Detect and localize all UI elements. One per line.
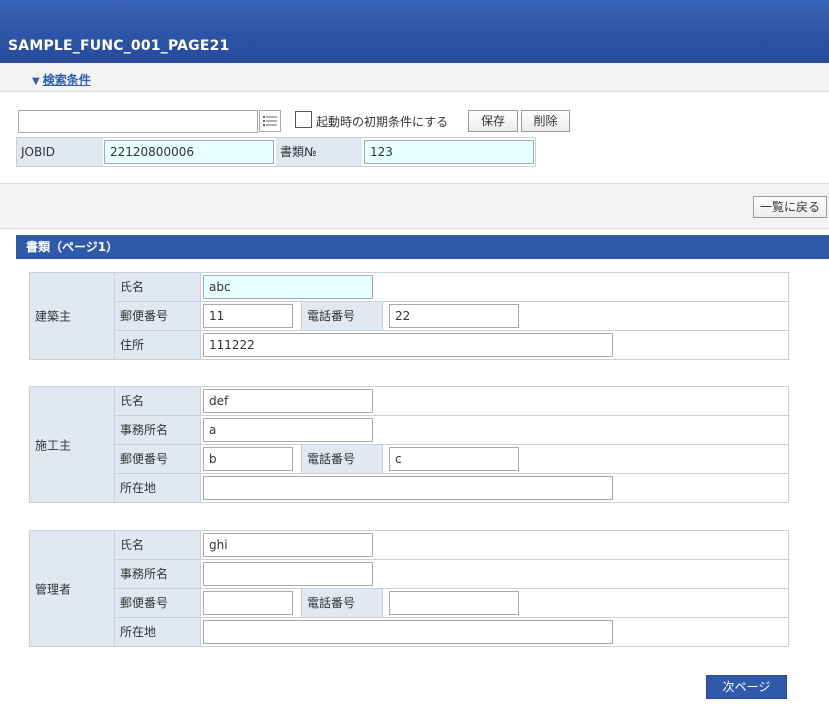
group-label-cell: 建築主: [30, 273, 115, 359]
next-page-button[interactable]: 次ページ: [706, 675, 787, 699]
zip-label: 郵便番号: [115, 589, 201, 617]
tel-label: 電話番号: [301, 589, 383, 617]
jobid-field[interactable]: [104, 140, 274, 164]
owner-tel-field[interactable]: [389, 304, 519, 328]
contractor-location-field[interactable]: [203, 476, 613, 500]
id-row: JOBID 書類№: [16, 137, 536, 167]
list-icon: [263, 116, 277, 126]
triangle-down-icon: ▼: [32, 76, 40, 87]
search-conditions-label: 検索条件: [42, 73, 91, 87]
location-label: 所在地: [115, 618, 201, 646]
location-row: 所在地: [115, 474, 789, 503]
docno-field[interactable]: [364, 140, 534, 164]
office-label: 事務所名: [115, 560, 201, 588]
manager-group: 管理者 氏名 事務所名 郵便番号 電話番号 所在地: [29, 530, 789, 647]
delete-button[interactable]: 削除: [521, 110, 570, 132]
group-label: 施工主: [35, 438, 72, 452]
section-header: 書類（ページ1）: [16, 235, 829, 259]
manager-office-field[interactable]: [203, 562, 373, 586]
office-label: 事務所名: [115, 416, 201, 444]
contractor-tel-field[interactable]: [389, 447, 519, 471]
zip-label: 郵便番号: [115, 445, 201, 473]
name-label: 氏名: [115, 531, 201, 559]
office-row: 事務所名: [115, 560, 789, 589]
initial-condition-label: 起動時の初期条件にする: [316, 115, 449, 129]
group-label: 管理者: [35, 582, 72, 596]
location-label: 所在地: [115, 474, 201, 502]
manager-name-field[interactable]: [203, 533, 373, 557]
contractor-name-field[interactable]: [203, 389, 373, 413]
jobid-label: JOBID: [17, 138, 103, 166]
manager-zip-field[interactable]: [203, 591, 293, 615]
preset-list-button[interactable]: [259, 110, 281, 132]
name-row: 氏名: [115, 273, 789, 302]
manager-tel-field[interactable]: [389, 591, 519, 615]
zip-label: 郵便番号: [115, 302, 201, 330]
tel-label: 電話番号: [301, 445, 383, 473]
tel-label: 電話番号: [301, 302, 383, 330]
search-conditions-toggle[interactable]: ▼ 検索条件: [32, 71, 91, 88]
initial-condition-checkbox[interactable]: [295, 111, 312, 128]
owner-zip-field[interactable]: [203, 304, 293, 328]
office-row: 事務所名: [115, 416, 789, 445]
contractor-office-field[interactable]: [203, 418, 373, 442]
group-label-cell: 施工主: [30, 387, 115, 502]
address-row: 住所: [115, 331, 789, 360]
action-band: 一覧に戻る: [0, 183, 829, 229]
page-title: SAMPLE_FUNC_001_PAGE21: [8, 38, 230, 54]
address-label: 住所: [115, 331, 201, 359]
contractor-zip-field[interactable]: [203, 447, 293, 471]
contractor-group: 施工主 氏名 事務所名 郵便番号 電話番号 所在地: [29, 386, 789, 503]
group-label: 建築主: [35, 309, 72, 324]
manager-location-field[interactable]: [203, 620, 613, 644]
back-to-list-button[interactable]: 一覧に戻る: [753, 196, 827, 218]
zip-tel-row: 郵便番号 電話番号: [115, 589, 789, 618]
docno-label: 書類№: [276, 138, 362, 166]
group-label-cell: 管理者: [30, 531, 115, 646]
location-row: 所在地: [115, 618, 789, 647]
name-row: 氏名: [115, 387, 789, 416]
zip-tel-row: 郵便番号 電話番号: [115, 445, 789, 474]
name-label: 氏名: [115, 273, 201, 301]
owner-address-field[interactable]: [203, 333, 613, 357]
app-header: SAMPLE_FUNC_001_PAGE21: [0, 0, 829, 63]
save-button[interactable]: 保存: [468, 110, 518, 132]
zip-tel-row: 郵便番号 電話番号: [115, 302, 789, 331]
preset-input[interactable]: [18, 110, 258, 133]
owner-group: 建築主 氏名 郵便番号 電話番号 住所: [29, 272, 789, 360]
name-row: 氏名: [115, 531, 789, 560]
search-conditions-bar: ▼ 検索条件: [0, 63, 829, 92]
owner-name-field[interactable]: [203, 275, 373, 299]
name-label: 氏名: [115, 387, 201, 415]
